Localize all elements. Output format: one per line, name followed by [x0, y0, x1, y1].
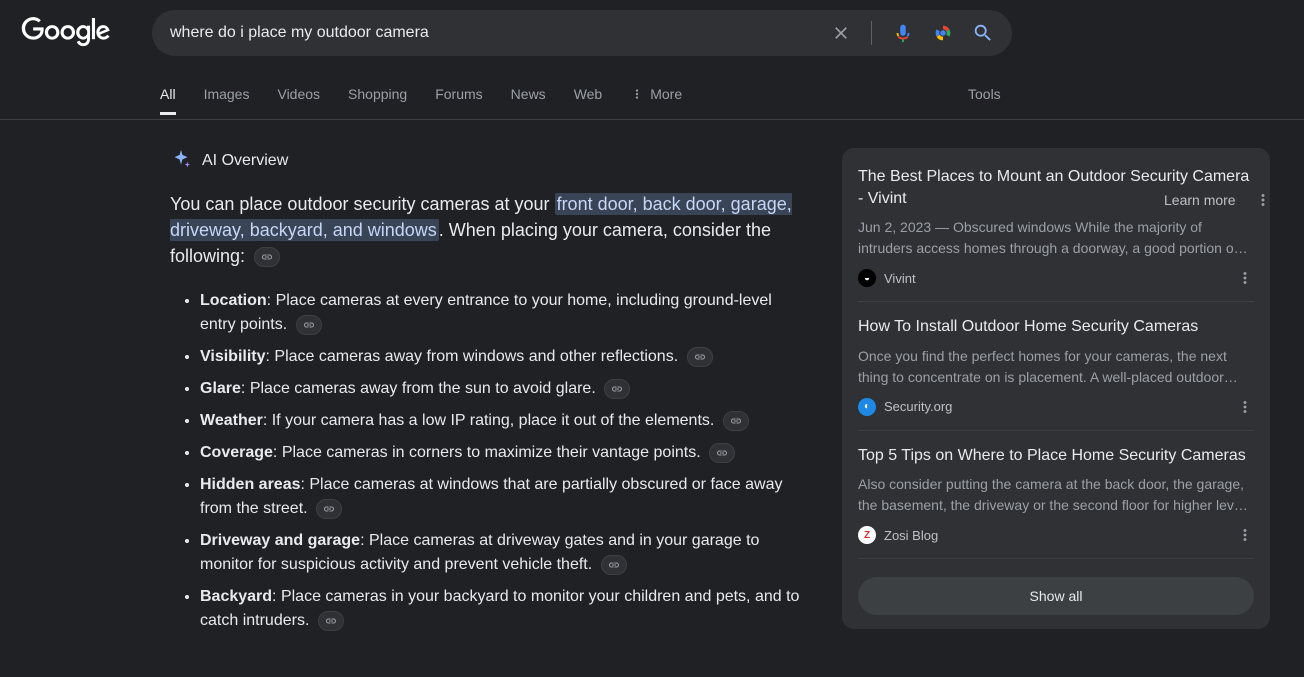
bullet-text: : Place cameras in your backyard to moni…: [200, 588, 799, 629]
bullet-label: Weather: [200, 412, 263, 429]
source-title: Top 5 Tips on Where to Place Home Securi…: [858, 445, 1254, 467]
ai-overview-header: AI Overview: [170, 148, 802, 173]
citation-link-icon[interactable]: [604, 379, 630, 399]
clear-icon[interactable]: [831, 23, 851, 43]
favicon-icon: ◒: [858, 269, 876, 287]
tab-all[interactable]: All: [160, 86, 176, 114]
source-title: The Best Places to Mount an Outdoor Secu…: [858, 166, 1254, 209]
source-kebab-icon[interactable]: [1236, 398, 1254, 416]
tab-shopping[interactable]: Shopping: [348, 86, 407, 114]
ai-bullet-item: Location: Place cameras at every entranc…: [200, 289, 802, 337]
ai-bullet-item: Driveway and garage: Place cameras at dr…: [200, 529, 802, 577]
image-search-icon[interactable]: [932, 22, 954, 44]
google-logo[interactable]: [20, 17, 112, 50]
tools-button[interactable]: Tools: [968, 86, 1001, 114]
source-title: How To Install Outdoor Home Security Cam…: [858, 316, 1254, 338]
ai-bullet-list: Location: Place cameras at every entranc…: [170, 289, 802, 633]
bullet-text: : If your camera has a low IP rating, pl…: [263, 412, 715, 429]
source-item[interactable]: Top 5 Tips on Where to Place Home Securi…: [858, 445, 1254, 560]
kebab-icon: [630, 87, 644, 101]
sources-panel: The Best Places to Mount an Outdoor Secu…: [842, 148, 1270, 629]
citation-link-icon[interactable]: [296, 315, 322, 335]
source-site: ZZosi Blog: [858, 526, 938, 544]
source-item[interactable]: How To Install Outdoor Home Security Cam…: [858, 316, 1254, 431]
ai-summary-pre: You can place outdoor security cameras a…: [170, 194, 555, 214]
search-tabs: All Images Videos Shopping Forums News W…: [160, 86, 682, 114]
bullet-label: Glare: [200, 380, 241, 397]
search-bar-icons: [831, 21, 994, 45]
source-site: ◒Vivint: [858, 269, 916, 287]
voice-search-icon[interactable]: [892, 22, 914, 44]
ai-summary-text: You can place outdoor security cameras a…: [170, 191, 802, 269]
ai-overview-title: AI Overview: [202, 152, 288, 170]
bullet-label: Backyard: [200, 588, 272, 605]
tab-videos[interactable]: Videos: [277, 86, 320, 114]
bullet-text: : Place cameras in corners to maximize t…: [273, 444, 701, 461]
citation-link-icon[interactable]: [318, 611, 344, 631]
citation-link-icon[interactable]: [723, 411, 749, 431]
favicon-icon: ◐: [858, 398, 876, 416]
bullet-label: Location: [200, 292, 267, 309]
ai-bullet-item: Hidden areas: Place cameras at windows t…: [200, 473, 802, 521]
ai-bullet-item: Backyard: Place cameras in your backyard…: [200, 585, 802, 633]
bullet-label: Visibility: [200, 348, 266, 365]
search-tabs-row: All Images Videos Shopping Forums News W…: [0, 80, 1304, 120]
citation-link-icon[interactable]: [601, 555, 627, 575]
tab-more-label: More: [650, 86, 682, 102]
tab-images[interactable]: Images: [204, 86, 250, 114]
source-item[interactable]: The Best Places to Mount an Outdoor Secu…: [858, 166, 1254, 302]
kebab-menu-icon[interactable]: [1254, 191, 1272, 209]
ai-overview-panel: AI Overview Learn more You can place out…: [170, 148, 802, 641]
citation-link-icon[interactable]: [687, 347, 713, 367]
ai-bullet-item: Weather: If your camera has a low IP rat…: [200, 409, 802, 433]
bullet-label: Driveway and garage: [200, 532, 360, 549]
source-snippet: Jun 2, 2023 — Obscured windows While the…: [858, 217, 1254, 259]
bullet-label: Hidden areas: [200, 476, 300, 493]
search-bar: [152, 10, 1012, 56]
bullet-label: Coverage: [200, 444, 273, 461]
source-snippet: Once you find the perfect homes for your…: [858, 346, 1254, 388]
bullet-text: : Place cameras at every entrance to you…: [200, 292, 772, 333]
show-all-button[interactable]: Show all: [858, 577, 1254, 615]
ai-bullet-item: Coverage: Place cameras in corners to ma…: [200, 441, 802, 465]
ai-bullet-item: Glare: Place cameras away from the sun t…: [200, 377, 802, 401]
sparkle-icon: [170, 148, 192, 173]
search-header: [0, 0, 1304, 56]
citation-link-icon[interactable]: [254, 247, 280, 267]
citation-link-icon[interactable]: [316, 499, 342, 519]
tab-web[interactable]: Web: [574, 86, 603, 114]
favicon-icon: Z: [858, 526, 876, 544]
source-kebab-icon[interactable]: [1236, 269, 1254, 287]
search-input[interactable]: [170, 24, 831, 42]
main-content: AI Overview Learn more You can place out…: [0, 120, 1304, 641]
source-site: ◐Security.org: [858, 398, 952, 416]
search-icon[interactable]: [972, 22, 994, 44]
tab-forums[interactable]: Forums: [435, 86, 482, 114]
source-snippet: Also consider putting the camera at the …: [858, 474, 1254, 516]
bullet-text: : Place cameras away from the sun to avo…: [241, 380, 596, 397]
bullet-text: : Place cameras away from windows and ot…: [266, 348, 679, 365]
citation-link-icon[interactable]: [709, 443, 735, 463]
ai-bullet-item: Visibility: Place cameras away from wind…: [200, 345, 802, 369]
source-kebab-icon[interactable]: [1236, 526, 1254, 544]
tab-news[interactable]: News: [511, 86, 546, 114]
source-date: Jun 2, 2023: [858, 219, 931, 235]
tab-more[interactable]: More: [630, 86, 682, 114]
separator: [871, 21, 872, 45]
